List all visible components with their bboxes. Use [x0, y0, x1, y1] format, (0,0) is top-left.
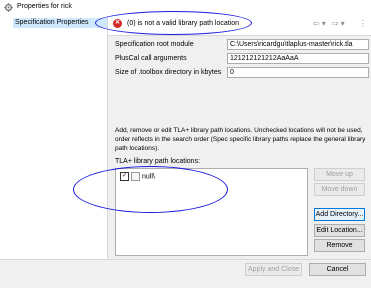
- gear-icon: [4, 3, 13, 12]
- toolbox-size-label: Size of .toolbox directory in kbytes: [115, 69, 222, 76]
- back-menu-icon[interactable]: ▾: [322, 19, 328, 28]
- window-title: Properties for rick: [17, 3, 72, 10]
- apply-close-button[interactable]: Apply and Close: [245, 263, 302, 276]
- view-menu-icon[interactable]: ⋮: [359, 19, 367, 28]
- remove-button[interactable]: Remove: [314, 239, 365, 252]
- history-nav: ⇦▾ ⇨▾: [313, 19, 347, 28]
- back-arrow-icon[interactable]: ⇦: [313, 19, 322, 28]
- properties-window: Properties for rick Specification Proper…: [0, 0, 371, 288]
- library-list-label: TLA+ library path locations:: [115, 158, 201, 165]
- root-module-field[interactable]: C:\Users\ricardgu\tlaplus-master\rick.tl…: [227, 39, 369, 50]
- add-directory-button[interactable]: Add Directory...: [314, 208, 365, 221]
- library-description: Add, remove or edit TLA+ library path lo…: [115, 127, 366, 152]
- forward-arrow-icon[interactable]: ⇨: [332, 19, 341, 28]
- sidebar: [0, 16, 108, 259]
- move-down-button[interactable]: Move down: [314, 183, 365, 196]
- pluscal-label: PlusCal call arguments: [115, 55, 187, 62]
- pluscal-field[interactable]: 121212121212AaAaA: [227, 53, 369, 64]
- sidebar-item-specification-properties[interactable]: Specification Properties: [13, 18, 107, 28]
- root-module-label: Specification root module: [115, 41, 194, 48]
- toolbox-size-field: 0: [227, 67, 369, 78]
- cancel-button[interactable]: Cancel: [309, 263, 366, 276]
- forward-menu-icon[interactable]: ▾: [341, 19, 347, 28]
- annotation-circle-null: [73, 166, 228, 213]
- move-up-button[interactable]: Move up: [314, 168, 365, 181]
- annotation-circle-error: [95, 11, 252, 35]
- edit-location-button[interactable]: Edit Location...: [314, 224, 365, 237]
